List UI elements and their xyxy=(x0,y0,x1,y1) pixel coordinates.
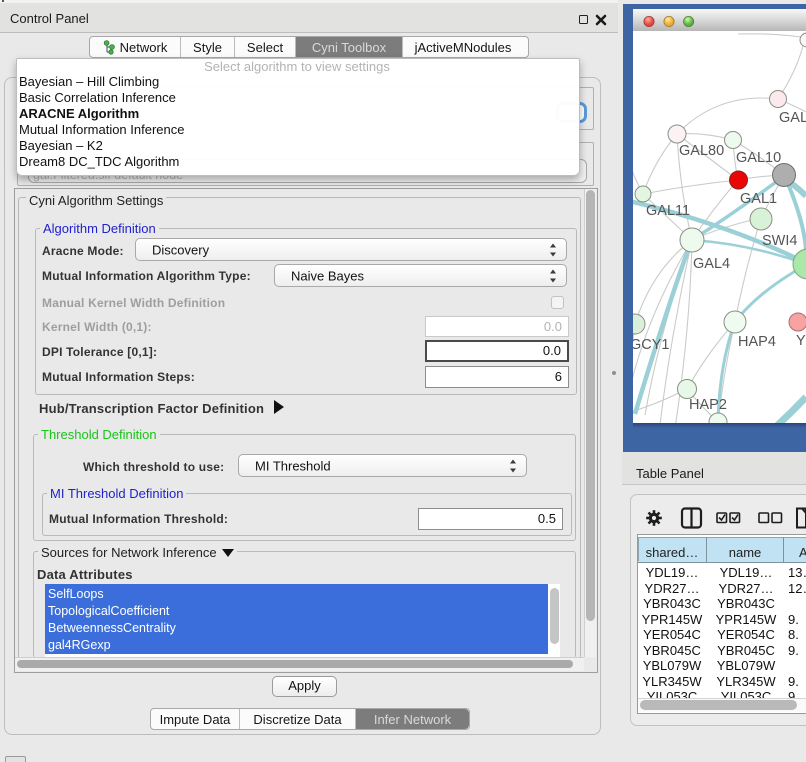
svg-text:SWI4: SWI4 xyxy=(762,233,797,249)
svg-text:HAP2: HAP2 xyxy=(689,397,727,413)
svg-text:GAL11: GAL11 xyxy=(646,203,690,219)
svg-text:GAL10: GAL10 xyxy=(736,150,781,166)
svg-text:GAL80: GAL80 xyxy=(679,143,724,159)
svg-text:YE: YE xyxy=(796,333,806,349)
svg-text:GAL1: GAL1 xyxy=(740,191,777,207)
svg-text:GAL7: GAL7 xyxy=(779,110,806,126)
svg-text:HAP4: HAP4 xyxy=(738,334,776,350)
svg-text:GCY1: GCY1 xyxy=(633,337,670,353)
svg-text:GAL4: GAL4 xyxy=(693,256,730,272)
